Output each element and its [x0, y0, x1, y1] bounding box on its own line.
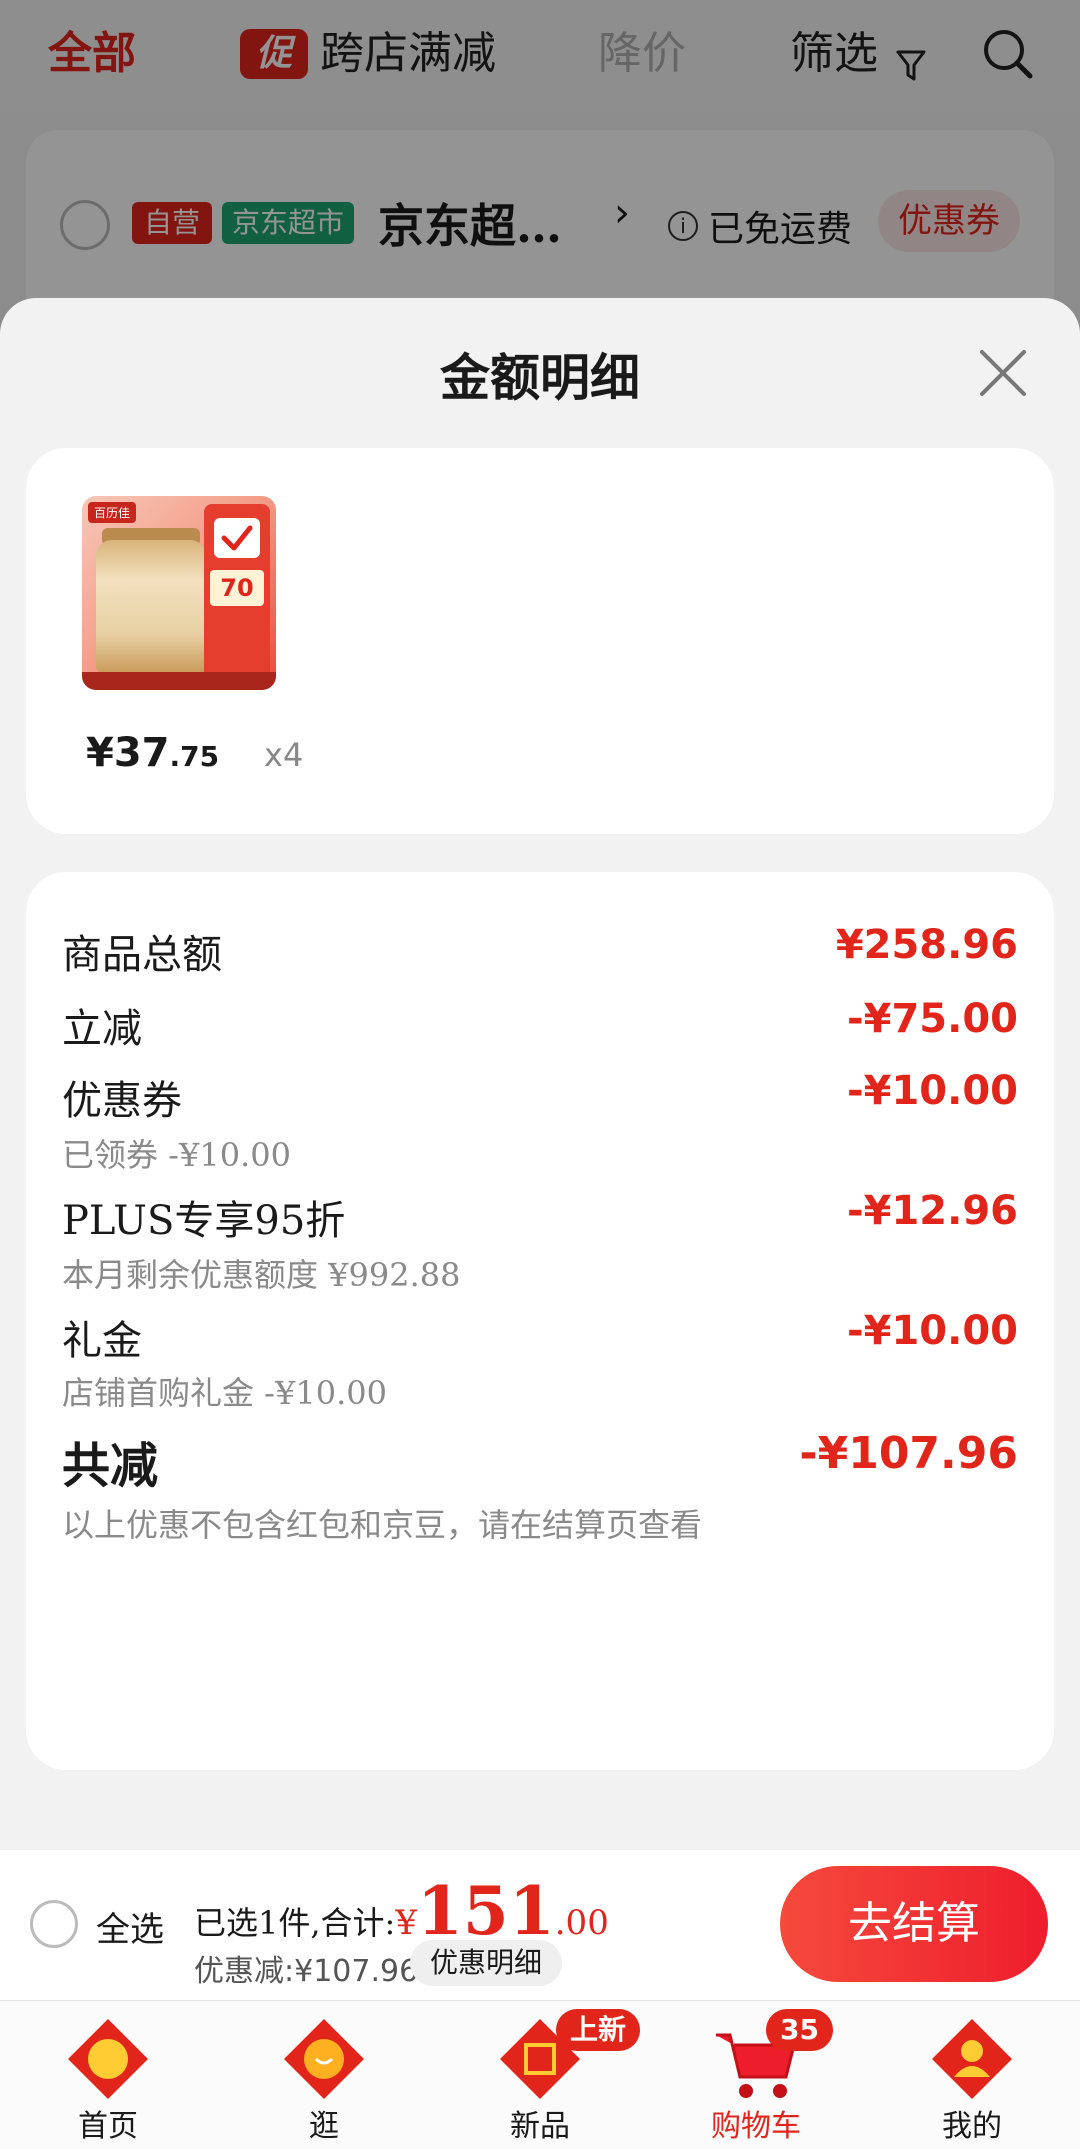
- total-discount-label: 共减: [62, 1438, 159, 1494]
- checkout-button[interactable]: 去结算: [780, 1866, 1048, 1982]
- selected-count-text: 已选1件,合计:: [194, 1904, 396, 1942]
- coupon-label: 优惠券: [62, 1078, 182, 1124]
- sum-currency: ¥: [395, 1903, 417, 1943]
- thumb-brand-tag: 百历佳: [88, 502, 137, 523]
- total-discount-value: -¥107.96: [799, 1428, 1018, 1479]
- check-icon: [214, 518, 260, 558]
- tab-new[interactable]: 上新 新品: [432, 2001, 648, 2149]
- product-jar-image: [96, 540, 206, 674]
- tab-home[interactable]: 首页: [0, 2001, 216, 2149]
- coupon-value: -¥10.00: [847, 1068, 1018, 1114]
- coupon-subtext: 已领券 -¥10.00: [62, 1136, 291, 1174]
- price-integer: ¥37: [86, 730, 170, 776]
- sum-integer: 151: [416, 1872, 555, 1950]
- price-decimal: .75: [169, 740, 220, 773]
- discount-detail-button[interactable]: 优惠明细: [410, 1940, 563, 1986]
- product-quantity: x4: [264, 736, 304, 774]
- tab-browse-label: 逛: [309, 2109, 339, 2144]
- instant-discount-label: 立减: [62, 1006, 142, 1052]
- sheet-title: 金额明细: [440, 348, 640, 407]
- tab-me-label: 我的: [942, 2109, 1002, 2144]
- subtotal-value: ¥258.96: [835, 922, 1018, 968]
- plus-remaining-quota: 本月剩余优惠额度 ¥992.88: [62, 1256, 461, 1294]
- thumb-price-tag: 70: [210, 570, 264, 606]
- select-all-radio[interactable]: [30, 1900, 78, 1948]
- tab-cart-label: 购物车: [711, 2109, 801, 2144]
- cart-count-badge: 35: [766, 2009, 833, 2051]
- tab-new-label: 新品: [510, 2109, 570, 2144]
- gift-money-label: 礼金: [62, 1318, 142, 1364]
- gift-money-value: -¥10.00: [847, 1308, 1018, 1354]
- browse-icon: [276, 2015, 372, 2105]
- checkout-bar: 全选 已选1件,合计: ¥ 151 .00 优惠减:¥107.96 优惠明细 去…: [0, 1850, 1080, 2000]
- tab-me[interactable]: 我的: [864, 2001, 1080, 2149]
- home-icon: [60, 2015, 156, 2105]
- discount-note: 以上优惠不包含红包和京豆，请在结算页查看: [62, 1506, 703, 1544]
- tab-cart[interactable]: 35 购物车: [648, 2001, 864, 2149]
- new-badge: 上新: [556, 2009, 641, 2051]
- select-all-label[interactable]: 全选: [96, 1902, 164, 1951]
- product-unit-price: ¥37.75: [86, 730, 219, 776]
- plus-discount-value: -¥12.96: [847, 1188, 1018, 1234]
- amount-breakdown-card: 商品总额 ¥258.96 立减 -¥75.00 优惠券 -¥10.00 已领券 …: [26, 872, 1054, 1770]
- close-icon[interactable]: [976, 346, 1030, 400]
- amount-detail-sheet: 金额明细 百历佳 70 ¥37.75 x4 商品总额 ¥258.96 立减 -¥…: [0, 298, 1080, 1850]
- product-thumbnail[interactable]: 百历佳 70: [82, 496, 276, 690]
- gift-money-subtext: 店铺首购礼金 -¥10.00: [62, 1374, 387, 1412]
- tab-home-label: 首页: [78, 2109, 138, 2144]
- instant-discount-value: -¥75.00: [847, 996, 1018, 1042]
- bottom-tab-bar: 首页 逛 上新 新品 35 购物车 我的: [0, 2000, 1080, 2149]
- selected-summary: 已选1件,合计: ¥ 151 .00: [194, 1872, 609, 1950]
- discount-summary: 优惠减:¥107.96: [194, 1954, 419, 1989]
- sum-decimal: .00: [554, 1903, 609, 1943]
- profile-icon: [924, 2015, 1020, 2105]
- thumb-bottom-bar: [82, 672, 276, 690]
- product-card: 百历佳 70 ¥37.75 x4: [26, 448, 1054, 834]
- subtotal-label: 商品总额: [62, 932, 222, 978]
- plus-discount-label: PLUS专享95折: [62, 1198, 346, 1244]
- tab-browse[interactable]: 逛: [216, 2001, 432, 2149]
- thumb-promo-panel: 70: [204, 504, 270, 682]
